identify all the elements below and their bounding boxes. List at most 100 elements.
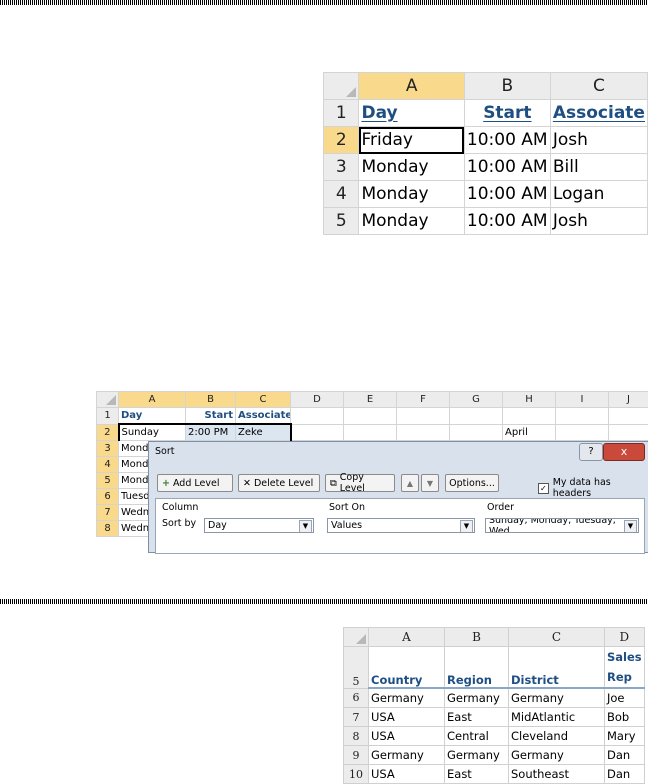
- table-cell[interactable]: 10:00 AM: [464, 154, 550, 181]
- select-all-corner[interactable]: [324, 73, 359, 100]
- column-header-h[interactable]: H: [503, 392, 556, 408]
- table-cell[interactable]: 10:00 AM: [464, 181, 550, 208]
- header-sales-rep[interactable]: Sales Rep: [605, 647, 645, 689]
- headers-checkbox[interactable]: ✓: [538, 483, 549, 494]
- table-cell[interactable]: Monday: [359, 181, 464, 208]
- table-cell[interactable]: Dan: [605, 746, 645, 765]
- active-cell-a2[interactable]: Friday: [359, 127, 464, 154]
- table-cell[interactable]: Bob: [605, 708, 645, 727]
- add-level-label: Add Level: [173, 478, 220, 489]
- table-cell[interactable]: Germany: [445, 746, 509, 765]
- headers-checkbox-row[interactable]: ✓ My data has headers: [538, 477, 648, 499]
- table-cell[interactable]: Dan: [605, 765, 645, 784]
- table-cell[interactable]: USA: [369, 708, 445, 727]
- column-header-c[interactable]: C: [509, 628, 605, 647]
- row-header[interactable]: 2: [324, 127, 359, 154]
- table-cell[interactable]: USA: [369, 765, 445, 784]
- table-cell[interactable]: April: [503, 424, 556, 441]
- move-down-button[interactable]: ▼: [421, 474, 439, 492]
- table-cell[interactable]: East: [445, 708, 509, 727]
- header-day[interactable]: Day: [119, 408, 186, 425]
- row-header[interactable]: 6: [97, 489, 119, 505]
- help-button[interactable]: ?: [579, 443, 603, 461]
- row-header[interactable]: 3: [324, 154, 359, 181]
- options-button[interactable]: Options...: [445, 474, 499, 492]
- column-header-c[interactable]: C: [550, 73, 647, 100]
- sort-on-select[interactable]: Values ▼: [327, 518, 475, 533]
- row-header[interactable]: 1: [324, 100, 359, 127]
- row-header[interactable]: 3: [97, 441, 119, 457]
- row-header[interactable]: 5: [97, 473, 119, 489]
- table-cell[interactable]: 10:00 AM: [464, 127, 550, 154]
- table-cell[interactable]: Germany: [369, 688, 445, 708]
- delete-level-button[interactable]: ✕ Delete Level: [238, 474, 320, 492]
- table-cell[interactable]: Germany: [509, 688, 605, 708]
- row-header[interactable]: 10: [344, 765, 369, 784]
- table-cell[interactable]: Josh: [550, 127, 647, 154]
- table-cell[interactable]: Cleveland: [509, 727, 605, 746]
- header-district[interactable]: District: [509, 647, 605, 689]
- copy-level-button[interactable]: ⧉ Copy Level: [325, 474, 395, 492]
- column-header-c[interactable]: C: [236, 392, 291, 408]
- cell-a1[interactable]: Day: [359, 100, 464, 127]
- table-cell[interactable]: Sunday: [119, 424, 186, 441]
- column-header-a[interactable]: A: [369, 628, 445, 647]
- table-cell[interactable]: Germany: [509, 746, 605, 765]
- table-cell[interactable]: Germany: [369, 746, 445, 765]
- column-header-b[interactable]: B: [445, 628, 509, 647]
- table-cell[interactable]: Monday: [359, 154, 464, 181]
- table-cell[interactable]: East: [445, 765, 509, 784]
- column-header-a[interactable]: A: [359, 73, 464, 100]
- header-start[interactable]: Start: [186, 408, 236, 425]
- row-header[interactable]: 9: [344, 746, 369, 765]
- row-header[interactable]: 4: [324, 181, 359, 208]
- cell-c1[interactable]: Associate: [550, 100, 647, 127]
- table-cell[interactable]: Mary: [605, 727, 645, 746]
- column-header-j[interactable]: J: [609, 392, 648, 408]
- header-country[interactable]: Country: [369, 647, 445, 689]
- table-cell[interactable]: 2:00 PM: [186, 424, 236, 441]
- header-region[interactable]: Region: [445, 647, 509, 689]
- row-header[interactable]: 7: [344, 708, 369, 727]
- column-header-b[interactable]: B: [186, 392, 236, 408]
- row-header[interactable]: 8: [344, 727, 369, 746]
- headers-checkbox-label: My data has headers: [553, 477, 648, 499]
- column-header-e[interactable]: E: [344, 392, 397, 408]
- table-cell[interactable]: Zeke: [236, 424, 291, 441]
- row-header[interactable]: 1: [97, 408, 119, 425]
- close-button[interactable]: x: [603, 443, 645, 461]
- column-header-d[interactable]: D: [291, 392, 344, 408]
- table-cell[interactable]: Logan: [550, 181, 647, 208]
- table-cell[interactable]: Bill: [550, 154, 647, 181]
- order-select[interactable]: Sunday, Monday, Tuesday, Wed ▼: [485, 518, 639, 533]
- select-all-corner[interactable]: [344, 628, 369, 647]
- table-cell[interactable]: MidAtlantic: [509, 708, 605, 727]
- select-all-corner[interactable]: [97, 392, 119, 408]
- table-cell[interactable]: Josh: [550, 208, 647, 235]
- header-associate[interactable]: Associate: [236, 408, 291, 425]
- column-header-g[interactable]: G: [450, 392, 503, 408]
- move-up-button[interactable]: ▲: [401, 474, 419, 492]
- row-header[interactable]: 8: [97, 521, 119, 537]
- row-header[interactable]: 7: [97, 505, 119, 521]
- row-header[interactable]: 5: [344, 647, 369, 689]
- table-cell[interactable]: Central: [445, 727, 509, 746]
- column-header-i[interactable]: I: [556, 392, 609, 408]
- table-cell[interactable]: Southeast: [509, 765, 605, 784]
- table-cell[interactable]: USA: [369, 727, 445, 746]
- column-header-a[interactable]: A: [119, 392, 186, 408]
- table-cell[interactable]: Joe: [605, 688, 645, 708]
- row-header[interactable]: 2: [97, 424, 119, 441]
- column-header-f[interactable]: F: [397, 392, 450, 408]
- column-header-d[interactable]: D: [605, 628, 645, 647]
- sort-by-select[interactable]: Day ▼: [204, 518, 314, 533]
- row-header[interactable]: 4: [97, 457, 119, 473]
- table-cell[interactable]: Monday: [359, 208, 464, 235]
- column-header-b[interactable]: B: [464, 73, 550, 100]
- add-level-button[interactable]: + Add Level: [157, 474, 233, 492]
- table-cell[interactable]: Germany: [445, 688, 509, 708]
- cell-b1[interactable]: Start: [464, 100, 550, 127]
- row-header[interactable]: 6: [344, 688, 369, 708]
- table-cell[interactable]: 10:00 AM: [464, 208, 550, 235]
- row-header[interactable]: 5: [324, 208, 359, 235]
